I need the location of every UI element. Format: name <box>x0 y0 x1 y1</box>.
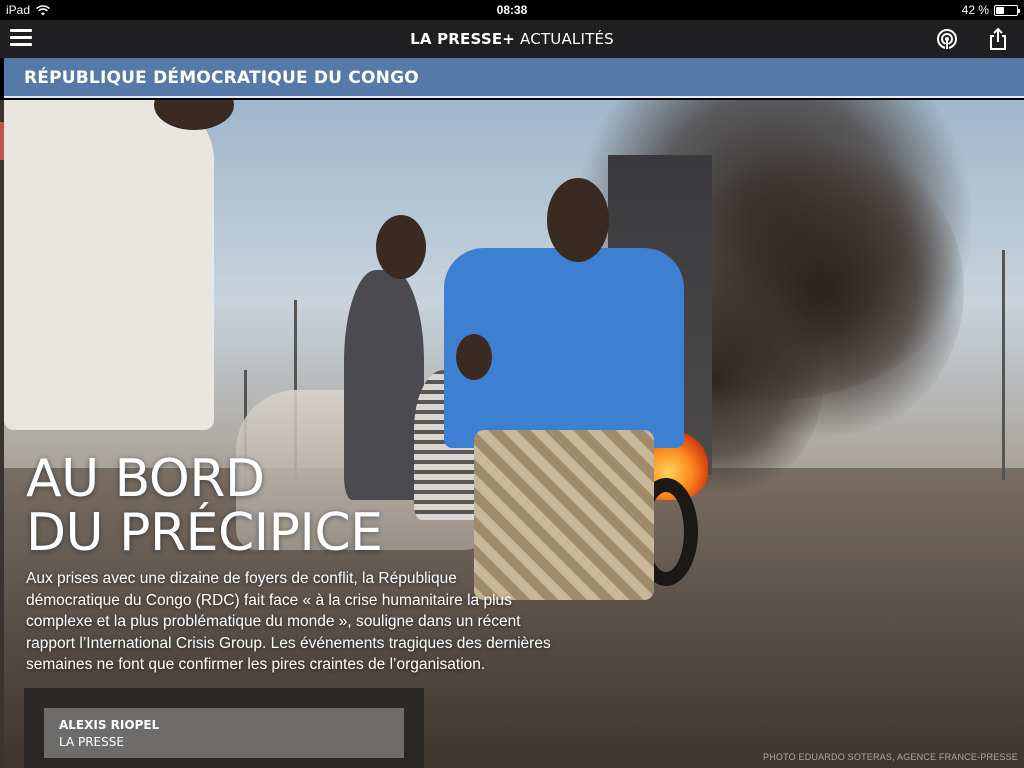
brand-name: LA PRESSE+ <box>410 30 516 48</box>
section-label: RÉPUBLIQUE DÉMOCRATIQUE DU CONGO <box>24 68 419 88</box>
podcast-icon <box>937 29 957 50</box>
battery-icon <box>994 4 1020 16</box>
podcast-button[interactable] <box>936 28 958 50</box>
battery-percent: 42 % <box>961 3 989 17</box>
brand-title: LA PRESSE+ ACTUALITÉS <box>0 30 1024 48</box>
status-right: 42 % <box>961 3 1020 17</box>
headline-line-2: DU PRÉCIPICE <box>26 503 383 563</box>
byline-card[interactable]: ALEXIS RIOPEL LA PRESSE <box>44 708 404 758</box>
article-headline: AU BORD DU PRÉCIPICE <box>26 452 586 560</box>
article-lede: Aux prises avec une dizaine de foyers de… <box>26 570 551 673</box>
status-time: 08:38 <box>496 3 528 17</box>
share-button[interactable] <box>988 27 1008 51</box>
status-bar: iPad 08:38 42 % <box>0 0 1024 20</box>
battery-fill <box>996 6 1005 14</box>
headline-line-1: AU BORD <box>26 449 265 509</box>
photo-credit: PHOTO EDUARDO SOTERAS, AGENCE FRANCE-PRE… <box>763 752 1018 762</box>
byline-outlet: LA PRESSE <box>59 735 124 749</box>
share-icon <box>990 27 1006 50</box>
brand-section: ACTUALITÉS <box>520 30 614 48</box>
section-banner: RÉPUBLIQUE DÉMOCRATIQUE DU CONGO <box>4 58 1024 98</box>
byline-author: ALEXIS RIOPEL <box>59 718 160 732</box>
byline-panel: ALEXIS RIOPEL LA PRESSE <box>24 688 424 768</box>
app-bar: LA PRESSE+ ACTUALITÉS <box>0 20 1024 58</box>
photo-person-left <box>4 100 214 430</box>
